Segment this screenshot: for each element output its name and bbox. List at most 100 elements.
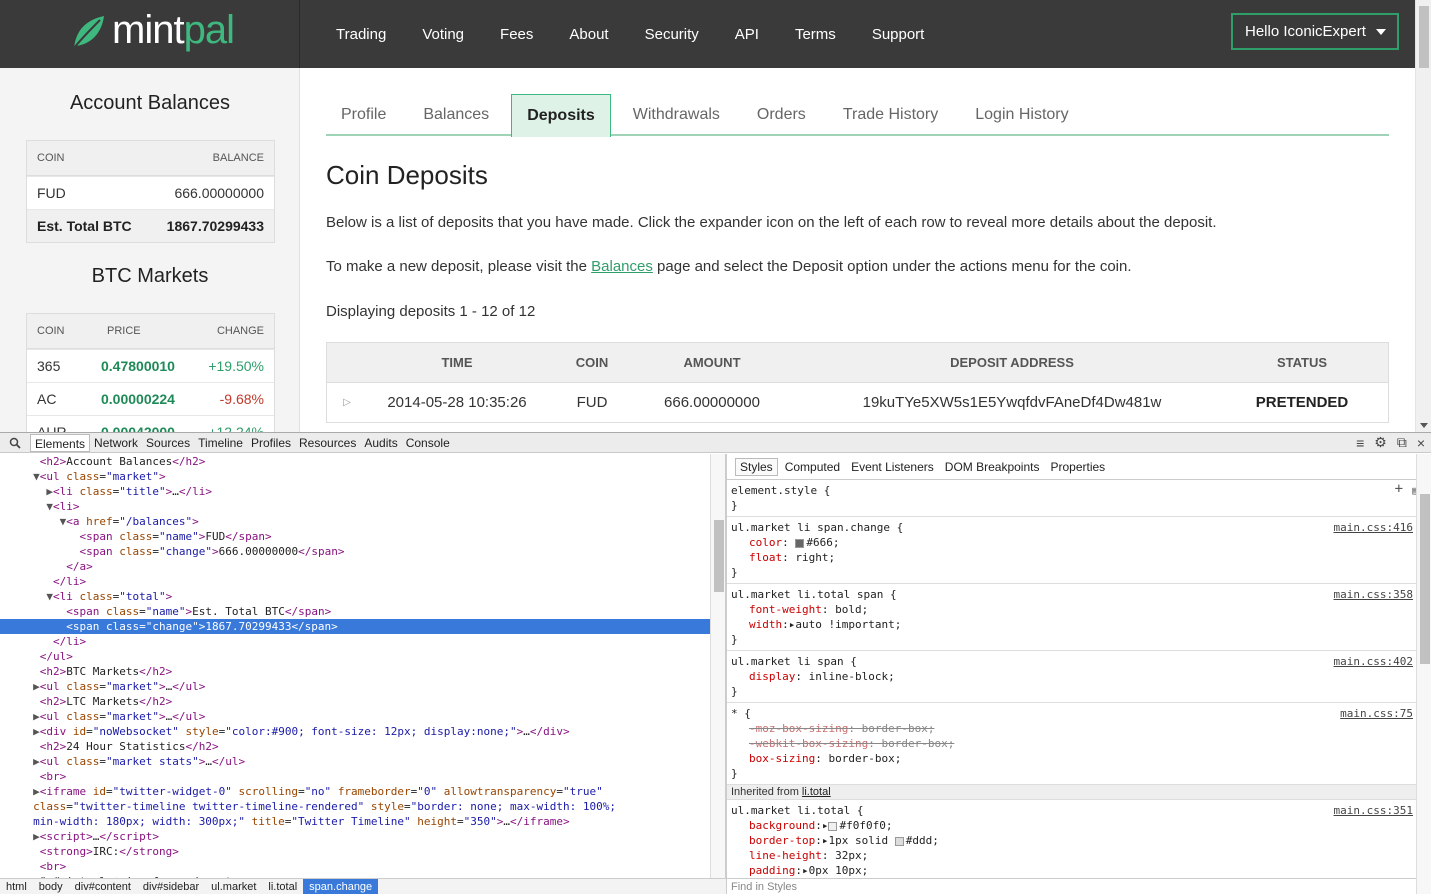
tab-computed[interactable]: Computed bbox=[781, 459, 844, 475]
user-menu-button[interactable]: Hello IconicExpert bbox=[1231, 13, 1399, 50]
tab-balances[interactable]: Balances bbox=[408, 94, 504, 136]
dom-node[interactable]: min-width: 180px; width: 300px;" title="… bbox=[0, 814, 710, 829]
balances-head: COIN BALANCE bbox=[27, 141, 274, 176]
dom-node[interactable]: <h2>Account Balances</h2> bbox=[0, 454, 710, 469]
market-row[interactable]: 365 0.47800010 +19.50% bbox=[27, 349, 274, 382]
dom-node[interactable]: <h2>BTC Markets</h2> bbox=[0, 664, 710, 679]
tab-dom-breakpoints[interactable]: DOM Breakpoints bbox=[941, 459, 1044, 475]
nav-voting[interactable]: Voting bbox=[422, 26, 464, 43]
balances-link[interactable]: Balances bbox=[591, 258, 653, 275]
crumb-html[interactable]: html bbox=[0, 879, 33, 894]
tab-properties[interactable]: Properties bbox=[1046, 459, 1109, 475]
dom-node[interactable]: </li> bbox=[0, 634, 710, 649]
dom-scrollbar[interactable] bbox=[710, 454, 726, 879]
devtools-tab-timeline[interactable]: Timeline bbox=[194, 434, 247, 452]
dom-node[interactable]: class="twitter-timeline twitter-timeline… bbox=[0, 799, 710, 814]
rule-source-link[interactable]: main.css:358 bbox=[1334, 587, 1413, 602]
dom-node[interactable]: </a> bbox=[0, 559, 710, 574]
tab-withdrawals[interactable]: Withdrawals bbox=[618, 94, 735, 136]
dom-node[interactable]: ▶<iframe id="twitter-widget-0" scrolling… bbox=[0, 784, 710, 799]
dom-node[interactable]: ▶<ul class="market">…</ul> bbox=[0, 679, 710, 694]
dom-node[interactable]: <span class="name">Est. Total BTC</span> bbox=[0, 604, 710, 619]
devtools-tab-network[interactable]: Network bbox=[90, 434, 142, 452]
expander-icon[interactable]: ▷ bbox=[327, 397, 367, 408]
devtools-tab-console[interactable]: Console bbox=[402, 434, 454, 452]
console-drawer-icon[interactable]: ≡ bbox=[1356, 435, 1364, 451]
logo[interactable]: mintpal bbox=[0, 0, 300, 68]
rule-source-link[interactable]: main.css:351 bbox=[1334, 803, 1413, 818]
dom-node[interactable]: <h2>LTC Markets</h2> bbox=[0, 694, 710, 709]
inherited-link[interactable]: li.total bbox=[802, 786, 831, 798]
dom-node[interactable]: ▼<a href="/balances"> bbox=[0, 514, 710, 529]
page-scrollbar-thumb[interactable] bbox=[1419, 6, 1429, 68]
dom-node[interactable]: <br> bbox=[0, 859, 710, 874]
rule-source-link[interactable]: main.css:402 bbox=[1334, 654, 1413, 669]
crumb-body[interactable]: body bbox=[33, 879, 69, 894]
dom-node[interactable]: <h2>24 Hour Statistics</h2> bbox=[0, 739, 710, 754]
dom-node[interactable]: <br> bbox=[0, 769, 710, 784]
market-row[interactable]: AC 0.00000224 -9.68% bbox=[27, 382, 274, 415]
dom-node-selected[interactable]: <span class="change">1867.70299433</span… bbox=[0, 619, 710, 634]
dom-node[interactable]: ▶<ul class="market stats">…</ul> bbox=[0, 754, 710, 769]
tab-event-listeners[interactable]: Event Listeners bbox=[847, 459, 938, 475]
dom-node[interactable]: ▶<li class="title">…</li> bbox=[0, 484, 710, 499]
dom-node[interactable]: ▶<div id="noWebsocket" style="color:#900… bbox=[0, 724, 710, 739]
dom-node[interactable]: ▼<ul class="market"> bbox=[0, 469, 710, 484]
dom-node[interactable]: ▼<li> bbox=[0, 499, 710, 514]
rule-source-link[interactable]: main.css:416 bbox=[1334, 520, 1413, 535]
devtools-tab-resources[interactable]: Resources bbox=[295, 434, 360, 452]
dom-node[interactable]: ▼<li class="total"> bbox=[0, 589, 710, 604]
crumb-span-change[interactable]: span.change bbox=[303, 879, 379, 894]
tab-deposits[interactable]: Deposits bbox=[511, 94, 611, 137]
crumb-ul-market[interactable]: ul.market bbox=[205, 879, 262, 894]
style-rule[interactable]: * { -moz-box-sizing: border-box; -webkit… bbox=[727, 703, 1431, 785]
style-rule[interactable]: ul.market li.total { background:▸ #f0f0f0… bbox=[727, 800, 1431, 881]
market-row[interactable]: AUR 0.00042000 +12.24% bbox=[27, 415, 274, 432]
tab-trade-history[interactable]: Trade History bbox=[828, 94, 953, 136]
dom-node[interactable]: </ul> bbox=[0, 649, 710, 664]
dom-node[interactable]: ▶<ul class="market">…</ul> bbox=[0, 709, 710, 724]
nav-trading[interactable]: Trading bbox=[336, 26, 386, 43]
dom-node[interactable]: <strong>IRC:</strong> bbox=[0, 844, 710, 859]
gear-icon[interactable]: ⚙ bbox=[1374, 434, 1387, 451]
nav-fees[interactable]: Fees bbox=[500, 26, 533, 43]
dom-node[interactable]: ▶<script>…</script> bbox=[0, 829, 710, 844]
market-change: -9.68% bbox=[219, 391, 264, 407]
tab-login-history[interactable]: Login History bbox=[960, 94, 1083, 136]
nav-api[interactable]: API bbox=[735, 26, 759, 43]
devtools-tab-audits[interactable]: Audits bbox=[360, 434, 401, 452]
scroll-down-arrow-icon[interactable] bbox=[1420, 423, 1428, 428]
balance-row[interactable]: FUD 666.00000000 bbox=[27, 176, 274, 209]
style-rule[interactable]: ul.market li span { display: inline-bloc… bbox=[727, 651, 1431, 703]
crumb-content[interactable]: div#content bbox=[69, 879, 137, 894]
tab-styles[interactable]: Styles bbox=[735, 457, 778, 476]
dom-scrollbar-thumb[interactable] bbox=[714, 520, 724, 592]
dom-node[interactable]: </li> bbox=[0, 574, 710, 589]
tab-orders[interactable]: Orders bbox=[742, 94, 821, 136]
devtools-tab-sources[interactable]: Sources bbox=[142, 434, 194, 452]
dock-icon[interactable]: ⧉ bbox=[1397, 434, 1407, 451]
nav-support[interactable]: Support bbox=[872, 26, 925, 43]
nav-terms[interactable]: Terms bbox=[795, 26, 836, 43]
tab-profile[interactable]: Profile bbox=[326, 94, 401, 136]
rule-source-link[interactable]: main.css:75 bbox=[1340, 706, 1413, 721]
nav-security[interactable]: Security bbox=[645, 26, 699, 43]
nav-about[interactable]: About bbox=[569, 26, 608, 43]
styles-scrollbar[interactable] bbox=[1416, 454, 1431, 894]
devtools-tab-profiles[interactable]: Profiles bbox=[247, 434, 295, 452]
style-rule-element[interactable]: element.style { } + ▤ bbox=[727, 480, 1431, 517]
style-rule[interactable]: ul.market li.total span { font-weight: b… bbox=[727, 584, 1431, 651]
find-in-styles-input[interactable]: Find in Styles bbox=[727, 878, 1416, 894]
new-deposit-post: page and select the Deposit option under… bbox=[652, 258, 1132, 275]
style-rule[interactable]: ul.market li span.change { color: #666; … bbox=[727, 517, 1431, 584]
devtools-tab-elements[interactable]: Elements bbox=[30, 433, 91, 452]
add-rule-icon[interactable]: + bbox=[1395, 482, 1403, 497]
inspect-search-icon[interactable] bbox=[0, 437, 30, 449]
dom-node[interactable]: <span class="change">666.00000000</span> bbox=[0, 544, 710, 559]
styles-scrollbar-thumb[interactable] bbox=[1420, 494, 1430, 664]
crumb-sidebar[interactable]: div#sidebar bbox=[137, 879, 205, 894]
dom-node[interactable]: <span class="name">FUD</span> bbox=[0, 529, 710, 544]
close-icon[interactable]: × bbox=[1417, 435, 1425, 451]
page-scrollbar[interactable] bbox=[1415, 0, 1431, 432]
crumb-li-total[interactable]: li.total bbox=[262, 879, 303, 894]
